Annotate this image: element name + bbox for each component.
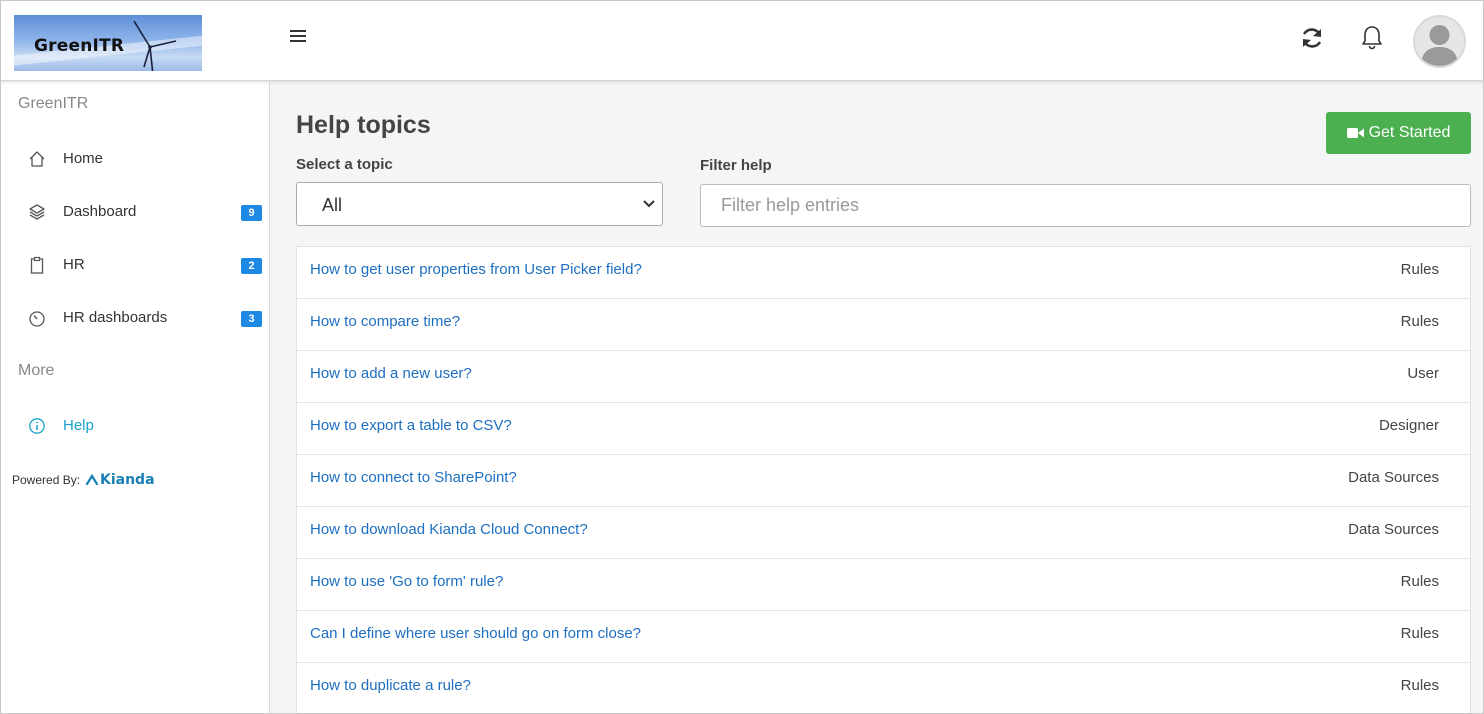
menu-toggle-icon[interactable] [290,30,306,46]
sidebar: GreenITR Home Dashboard 9 HR 2 HR dashbo… [1,82,270,713]
list-item: How to duplicate a rule? Rules [297,663,1470,713]
kianda-logo-icon [85,473,99,486]
sidebar-item-home[interactable]: Home [1,139,270,179]
notification-bell-icon[interactable] [1360,24,1384,50]
list-item: How to compare time? Rules [297,299,1470,351]
help-entry-category: Data Sources [1348,521,1439,538]
count-badge: 9 [241,205,262,221]
sidebar-item-label: HR [63,256,85,273]
get-started-button[interactable]: Get Started [1326,112,1471,154]
user-silhouette-icon [1421,25,1458,66]
sidebar-item-dashboard[interactable]: Dashboard 9 [1,192,270,232]
kianda-brand-text: Kianda [100,472,155,488]
list-item: How to export a table to CSV? Designer [297,403,1470,455]
help-entry-category: User [1407,365,1439,382]
help-entry-link[interactable]: How to add a new user? [310,365,472,382]
help-entry-category: Rules [1400,573,1439,590]
chevron-down-icon [643,200,655,208]
refresh-icon[interactable] [1299,25,1325,51]
help-entry-category: Rules [1400,677,1439,694]
get-started-label: Get Started [1368,124,1451,141]
help-entry-category: Rules [1400,625,1439,642]
layers-icon [29,204,45,220]
sidebar-item-help[interactable]: Help [1,406,270,446]
sidebar-app-name: GreenITR [18,95,89,112]
sidebar-item-label: Home [63,150,104,167]
powered-by-label: Powered By: [12,473,81,487]
info-circle-icon [29,418,45,434]
list-item: How to download Kianda Cloud Connect? Da… [297,507,1470,559]
help-entry-category: Designer [1378,417,1439,434]
help-entry-category: Rules [1400,313,1439,330]
clipboard-icon [30,256,44,274]
help-entry-link[interactable]: How to get user properties from User Pic… [310,261,642,278]
sidebar-item-hr[interactable]: HR 2 [1,245,270,285]
main-content: Help topics Get Started Select a topic A… [271,82,1483,713]
page-title: Help topics [296,111,431,139]
sidebar-item-label: Dashboard [63,203,137,220]
filter-help-input[interactable] [700,184,1471,227]
count-badge: 3 [241,311,262,327]
app-frame: GreenITR GreenITR Home Dashboard 9 HR 2 … [0,0,1484,714]
help-entry-category: Data Sources [1348,469,1439,486]
topic-select-label: Select a topic [296,156,393,173]
help-entry-link[interactable]: How to compare time? [310,313,460,330]
list-item: How to get user properties from User Pic… [297,247,1470,299]
topic-select[interactable]: All [296,182,663,226]
help-entry-link[interactable]: Can I define where user should go on for… [310,625,641,642]
list-item: How to use 'Go to form' rule? Rules [297,559,1470,611]
sidebar-item-label: Help [63,417,94,434]
count-badge: 2 [241,258,262,274]
video-camera-icon [1346,128,1364,138]
help-entry-category: Rules [1400,261,1439,278]
sidebar-item-hr-dashboards[interactable]: HR dashboards 3 [1,298,270,338]
wind-turbine-icon [133,20,177,71]
help-entry-link[interactable]: How to use 'Go to form' rule? [310,573,503,590]
list-item: Can I define where user should go on for… [297,611,1470,663]
kianda-brand[interactable]: Kianda [85,472,155,488]
home-icon [29,151,45,167]
help-entry-link[interactable]: How to duplicate a rule? [310,677,471,694]
user-avatar[interactable] [1413,15,1466,68]
list-item: How to connect to SharePoint? Data Sourc… [297,455,1470,507]
sidebar-section-more: More [18,362,55,379]
filter-help-label: Filter help [700,157,772,174]
logo-text: GreenITR [34,36,125,56]
help-entry-link[interactable]: How to connect to SharePoint? [310,469,517,486]
help-entry-link[interactable]: How to export a table to CSV? [310,417,512,434]
list-item: How to add a new user? User [297,351,1470,403]
top-bar: GreenITR [1,1,1483,81]
help-entry-link[interactable]: How to download Kianda Cloud Connect? [310,521,588,538]
topic-select-value: All [322,195,343,215]
gauge-icon [29,311,45,327]
help-entries-list: How to get user properties from User Pic… [296,246,1471,713]
app-logo[interactable]: GreenITR [14,15,202,71]
sidebar-item-label: HR dashboards [63,309,168,326]
